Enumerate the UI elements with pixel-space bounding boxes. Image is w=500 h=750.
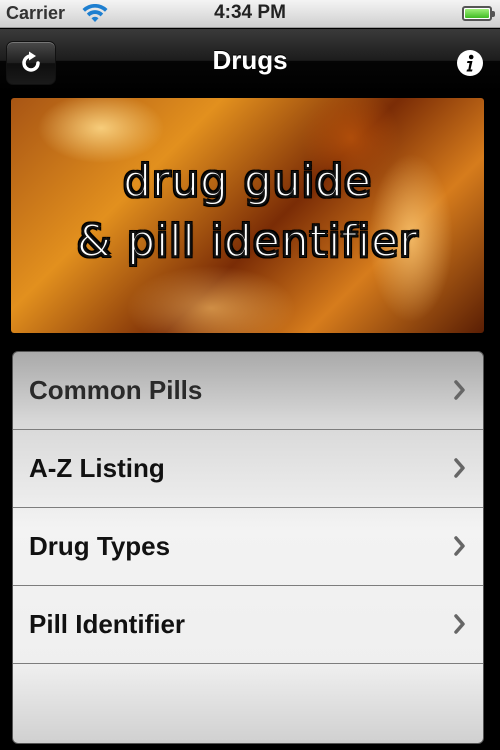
menu-item-common-pills[interactable]: Common Pills xyxy=(13,352,483,430)
info-icon[interactable] xyxy=(456,49,484,77)
menu-item-label: A-Z Listing xyxy=(29,453,165,483)
battery-fill xyxy=(465,9,489,18)
page-title: Drugs xyxy=(212,45,288,75)
menu-item-a-z-listing[interactable]: A-Z Listing xyxy=(13,430,483,508)
menu-item-pill-identifier[interactable]: Pill Identifier xyxy=(13,586,483,664)
menu-item-label: Pill Identifier xyxy=(29,609,186,639)
menu-item-drug-types[interactable]: Drug Types xyxy=(13,508,483,586)
menu-item-label: Common Pills xyxy=(29,375,203,405)
status-bar: Carrier 4:34 PM xyxy=(0,0,500,28)
battery-icon xyxy=(462,6,495,21)
banner-image: drug guide & pill identifier xyxy=(11,98,484,333)
chevron-right-icon xyxy=(454,536,465,556)
menu-list: Common Pills A-Z Listing Drug Types Pill… xyxy=(12,351,484,744)
banner-title-line1: drug guide xyxy=(122,155,372,208)
chevron-right-icon xyxy=(454,614,465,634)
chevron-right-icon xyxy=(454,380,465,400)
navigation-bar: Drugs xyxy=(0,29,500,93)
clock: 4:34 PM xyxy=(214,2,286,23)
banner-title-line2: & pill identifier xyxy=(76,215,419,268)
menu-item-label: Drug Types xyxy=(29,531,171,561)
chevron-right-icon xyxy=(454,458,465,478)
